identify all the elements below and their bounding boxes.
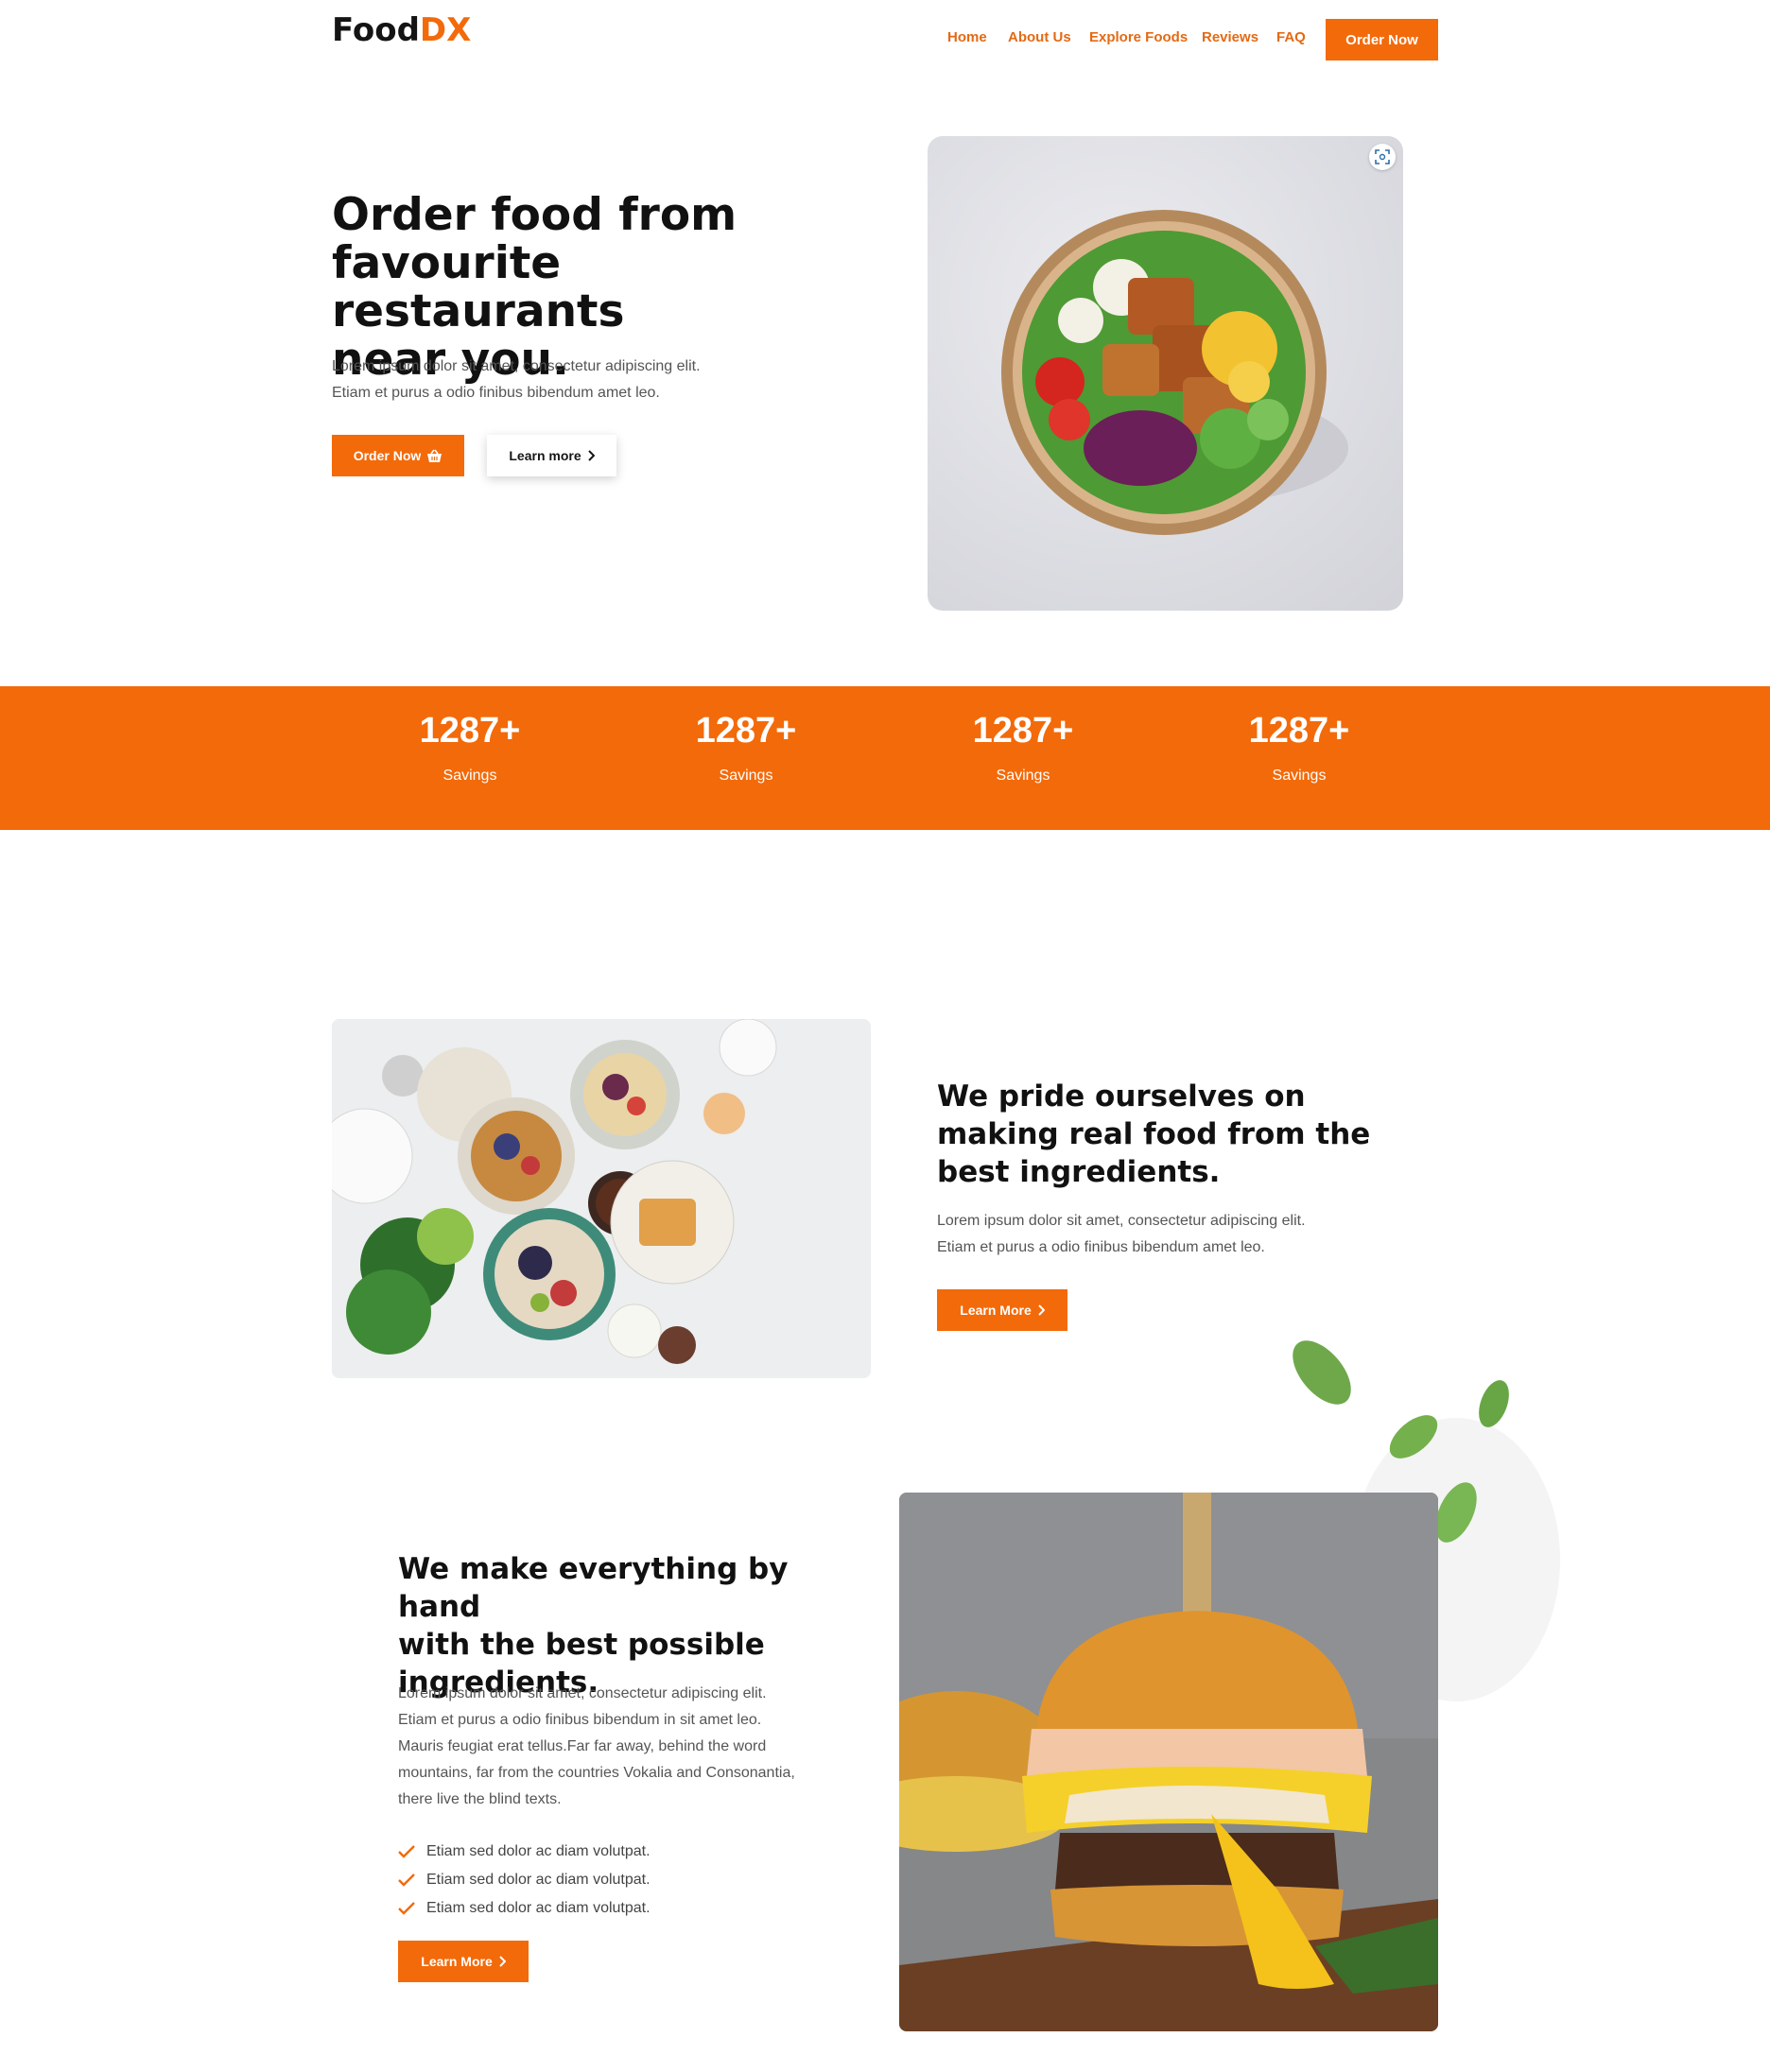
header-order-now-label: Order Now xyxy=(1345,31,1418,48)
checklist-item-label: Etiam sed dolor ac diam volutpat. xyxy=(426,1900,651,1916)
hero-paragraph: Lorem ipsum dolor sit amet, consectetur … xyxy=(332,354,861,406)
salad-bowl-illustration xyxy=(1001,210,1348,535)
pride-title: We pride ourselves on making real food f… xyxy=(937,1078,1391,1191)
logo-accent: DX xyxy=(419,11,472,49)
stat-label: Savings xyxy=(996,768,1050,784)
hand-paragraph-line: Mauris feugiat erat tellus.Far far away,… xyxy=(398,1738,767,1754)
hero-salad-bowl-image xyxy=(928,136,1403,611)
hero-title-line: favourite restaurants xyxy=(332,237,625,337)
pride-title-line: We pride ourselves on xyxy=(937,1079,1306,1114)
header-order-now-button[interactable]: Order Now xyxy=(1326,19,1438,60)
stat-value: 1287+ xyxy=(972,711,1074,751)
check-icon xyxy=(398,1873,415,1887)
basket-icon xyxy=(427,449,442,462)
hero-order-now-button[interactable]: Order Now xyxy=(332,435,464,476)
breakfast-illustration xyxy=(332,1019,871,1378)
hand-paragraph: Lorem ipsum dolor sit amet, consectetur … xyxy=(398,1681,871,1813)
nav-explore-foods[interactable]: Explore Foods xyxy=(1089,29,1188,50)
hero-learn-more-label: Learn more xyxy=(509,448,581,463)
nav-faq[interactable]: FAQ xyxy=(1276,29,1306,50)
stat-value: 1287+ xyxy=(419,711,521,751)
pride-learn-more-label: Learn More xyxy=(960,1303,1032,1318)
logo-main: Food xyxy=(332,11,420,49)
pride-paragraph-line: Etiam et purus a odio finibus bibendum a… xyxy=(937,1239,1265,1255)
chevron-right-icon xyxy=(499,1956,506,1967)
pride-title-line: making real food from the xyxy=(937,1117,1371,1151)
hand-paragraph-line: there live the blind texts. xyxy=(398,1791,562,1807)
hand-title-line: with the best possible xyxy=(398,1628,765,1662)
checklist-item: Etiam sed dolor ac diam volutpat. xyxy=(398,1900,651,1917)
stat-value: 1287+ xyxy=(695,711,797,751)
hand-paragraph-line: Etiam et purus a odio finibus bibendum i… xyxy=(398,1712,762,1728)
logo[interactable]: FoodDX xyxy=(332,11,471,49)
chevron-right-icon xyxy=(1038,1304,1045,1316)
stat-label: Savings xyxy=(442,768,497,784)
stat-value: 1287+ xyxy=(1248,711,1350,751)
checklist-item-label: Etiam sed dolor ac diam volutpat. xyxy=(426,1872,651,1888)
pride-paragraph: Lorem ipsum dolor sit amet, consectetur … xyxy=(937,1208,1391,1261)
check-icon xyxy=(398,1845,415,1858)
burger-image xyxy=(899,1493,1438,2031)
burger-illustration xyxy=(899,1493,1438,2031)
stats-band xyxy=(0,686,1770,830)
pride-paragraph-line: Lorem ipsum dolor sit amet, consectetur … xyxy=(937,1213,1306,1229)
scan-icon[interactable] xyxy=(1369,144,1396,170)
hero-paragraph-line: Etiam et purus a odio finibus bibendum a… xyxy=(332,385,660,401)
check-icon xyxy=(398,1902,415,1915)
stat-label: Savings xyxy=(1272,768,1327,784)
hero-order-now-label: Order Now xyxy=(353,448,422,463)
hand-learn-more-button[interactable]: Learn More xyxy=(398,1941,529,1982)
checklist-item-label: Etiam sed dolor ac diam volutpat. xyxy=(426,1843,651,1859)
hero-learn-more-button[interactable]: Learn more xyxy=(487,435,616,476)
checklist-item: Etiam sed dolor ac diam volutpat. xyxy=(398,1843,651,1860)
hero-title-line: Order food from xyxy=(332,189,738,241)
nav-home[interactable]: Home xyxy=(947,29,987,50)
checklist-item: Etiam sed dolor ac diam volutpat. xyxy=(398,1872,651,1889)
hand-title-line: We make everything by hand xyxy=(398,1552,789,1624)
nav-about-us[interactable]: About Us xyxy=(1008,29,1071,50)
hand-learn-more-label: Learn More xyxy=(421,1954,493,1969)
breakfast-table-image xyxy=(332,1019,871,1378)
pride-title-line: best ingredients. xyxy=(937,1155,1221,1189)
hero-paragraph-line: Lorem ipsum dolor sit amet, consectetur … xyxy=(332,358,701,374)
hand-paragraph-line: Lorem ipsum dolor sit amet, consectetur … xyxy=(398,1685,767,1701)
stat-label: Savings xyxy=(719,768,773,784)
chevron-right-icon xyxy=(587,450,595,461)
hand-paragraph-line: mountains, far from the countries Vokali… xyxy=(398,1765,795,1781)
nav-reviews[interactable]: Reviews xyxy=(1202,29,1258,50)
pride-learn-more-button[interactable]: Learn More xyxy=(937,1289,1067,1331)
hand-title: We make everything by hand with the best… xyxy=(398,1550,871,1701)
